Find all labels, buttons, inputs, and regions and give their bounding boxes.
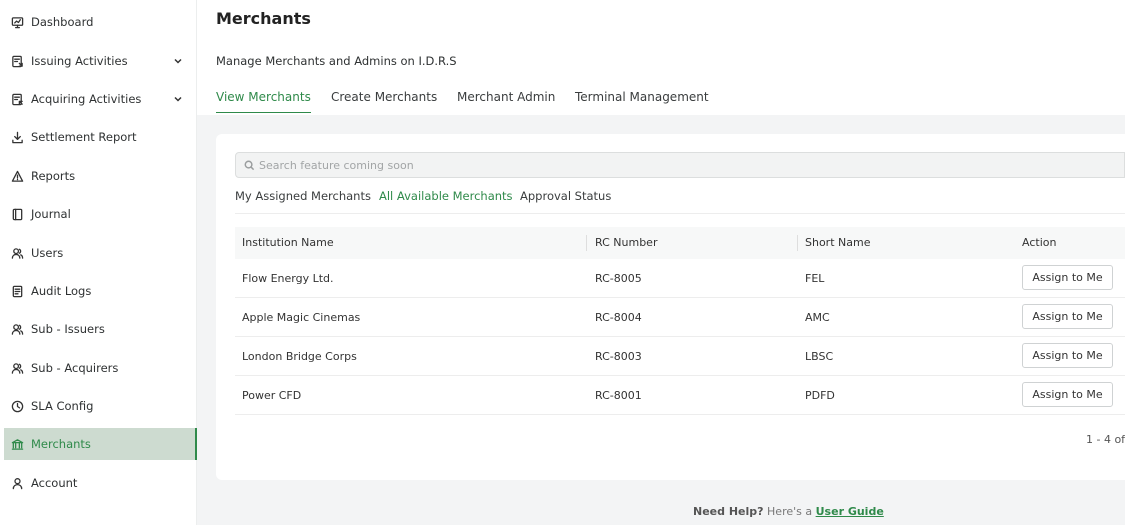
- sidebar-item-dashboard[interactable]: Dashboard: [0, 6, 197, 38]
- tab-create-merchants[interactable]: Create Merchants: [331, 90, 437, 113]
- page-title: Merchants: [216, 9, 311, 28]
- sidebar-item-label: Journal: [31, 207, 71, 221]
- issuing-icon: [10, 54, 24, 68]
- column-separator: [586, 235, 587, 251]
- tab-merchant-admin[interactable]: Merchant Admin: [457, 90, 555, 113]
- assign-to-me-button[interactable]: Assign to Me: [1022, 304, 1113, 329]
- search-input[interactable]: [259, 158, 859, 172]
- assign-to-me-button[interactable]: Assign to Me: [1022, 382, 1113, 407]
- sidebar-item-users[interactable]: Users: [0, 237, 197, 269]
- download-icon: [10, 130, 24, 144]
- sidebar-item-label: Issuing Activities: [31, 54, 128, 68]
- cell-institution: Flow Energy Ltd.: [242, 272, 334, 285]
- help-middle: Here's a: [767, 505, 813, 518]
- cell-institution: London Bridge Corps: [242, 350, 357, 363]
- page-header: Merchants Manage Merchants and Admins on…: [197, 0, 1125, 115]
- sidebar-item-issuing-activities[interactable]: Issuing Activities: [0, 45, 197, 77]
- user-icon: [10, 476, 24, 490]
- subtab-my-assigned-merchants[interactable]: My Assigned Merchants: [235, 189, 371, 214]
- cell-institution: Power CFD: [242, 389, 302, 402]
- table-row: Flow Energy Ltd. RC-8005 FEL Assign to M…: [235, 259, 1125, 298]
- subtab-all-available-merchants[interactable]: All Available Merchants: [379, 189, 513, 214]
- sidebar-item-settlement-report[interactable]: Settlement Report: [0, 121, 197, 153]
- warning-icon: [10, 169, 24, 183]
- table-row: Apple Magic Cinemas RC-8004 AMC Assign t…: [235, 298, 1125, 337]
- help-footer: Need Help? Here's a User Guide: [693, 505, 884, 518]
- chevron-down-icon[interactable]: [173, 93, 183, 103]
- journal-icon: [10, 207, 24, 221]
- search-icon: [244, 160, 255, 170]
- sidebar-item-label: Reports: [31, 169, 76, 183]
- cell-short-name: FEL: [805, 272, 825, 285]
- sidebar-item-label: Users: [31, 246, 64, 260]
- subtabs-divider: [235, 213, 1125, 214]
- sidebar-item-merchants[interactable]: Merchants: [4, 428, 197, 460]
- sidebar-item-label: SLA Config: [31, 399, 94, 413]
- table-row: Power CFD RC-8001 PDFD Assign to Me: [235, 376, 1125, 415]
- sidebar-item-label: Account: [31, 476, 78, 490]
- sidebar-item-label: Settlement Report: [31, 130, 137, 144]
- column-separator: [797, 235, 798, 251]
- column-header-action: Action: [1022, 236, 1057, 249]
- acquiring-icon: [10, 92, 24, 106]
- tab-terminal-management[interactable]: Terminal Management: [575, 90, 709, 113]
- column-header-short-name[interactable]: Short Name: [805, 227, 870, 259]
- pagination-info: 1 - 4 of 4: [1086, 433, 1125, 446]
- sidebar-item-label: Audit Logs: [31, 284, 92, 298]
- users-icon: [10, 322, 24, 336]
- sidebar-item-acquiring-activities[interactable]: Acquiring Activities: [0, 83, 197, 115]
- sidebar: Dashboard Issuing Activities Acquiring A…: [0, 0, 197, 525]
- subtab-approval-status[interactable]: Approval Status: [520, 189, 611, 214]
- page-subtitle: Manage Merchants and Admins on I.D.R.S: [216, 54, 457, 68]
- sidebar-item-label: Merchants: [31, 437, 91, 451]
- assign-to-me-button[interactable]: Assign to Me: [1022, 265, 1113, 290]
- cell-rc-number: RC-8004: [595, 311, 642, 324]
- help-prefix: Need Help?: [693, 505, 764, 518]
- merchants-card: My Assigned Merchants All Available Merc…: [216, 134, 1125, 480]
- sidebar-item-sub-issuers[interactable]: Sub - Issuers: [0, 313, 197, 345]
- cell-rc-number: RC-8005: [595, 272, 642, 285]
- column-header-rc-number[interactable]: RC Number: [595, 227, 657, 259]
- sidebar-item-label: Acquiring Activities: [31, 92, 142, 106]
- cell-institution: Apple Magic Cinemas: [242, 311, 361, 324]
- search-bar[interactable]: [235, 152, 1125, 178]
- dashboard-icon: [10, 15, 24, 29]
- cell-rc-number: RC-8001: [595, 389, 642, 402]
- cell-rc-number: RC-8003: [595, 350, 642, 363]
- column-header-institution[interactable]: Institution Name: [242, 227, 334, 259]
- clock-icon: [10, 399, 24, 413]
- cell-short-name: LBSC: [805, 350, 834, 363]
- sidebar-item-account[interactable]: Account: [0, 467, 197, 499]
- users-icon: [10, 246, 24, 260]
- chevron-down-icon[interactable]: [173, 55, 183, 65]
- sidebar-item-sla-config[interactable]: SLA Config: [0, 390, 197, 422]
- bank-icon: [10, 437, 24, 451]
- cell-short-name: PDFD: [805, 389, 835, 402]
- sidebar-item-journal[interactable]: Journal: [0, 198, 197, 230]
- sidebar-item-label: Dashboard: [31, 15, 94, 29]
- sidebar-item-label: Sub - Issuers: [31, 322, 105, 336]
- user-guide-link[interactable]: User Guide: [816, 505, 884, 518]
- sidebar-item-sub-acquirers[interactable]: Sub - Acquirers: [0, 352, 197, 384]
- table-header: Institution Name RC Number Short Name Ac…: [235, 227, 1125, 259]
- assign-to-me-button[interactable]: Assign to Me: [1022, 343, 1113, 368]
- cell-short-name: AMC: [805, 311, 830, 324]
- users-icon: [10, 361, 24, 375]
- sidebar-item-label: Sub - Acquirers: [31, 361, 119, 375]
- audit-icon: [10, 284, 24, 298]
- sidebar-item-audit-logs[interactable]: Audit Logs: [0, 275, 197, 307]
- tab-view-merchants[interactable]: View Merchants: [216, 90, 311, 113]
- sidebar-item-reports[interactable]: Reports: [0, 160, 197, 192]
- table-row: London Bridge Corps RC-8003 LBSC Assign …: [235, 337, 1125, 376]
